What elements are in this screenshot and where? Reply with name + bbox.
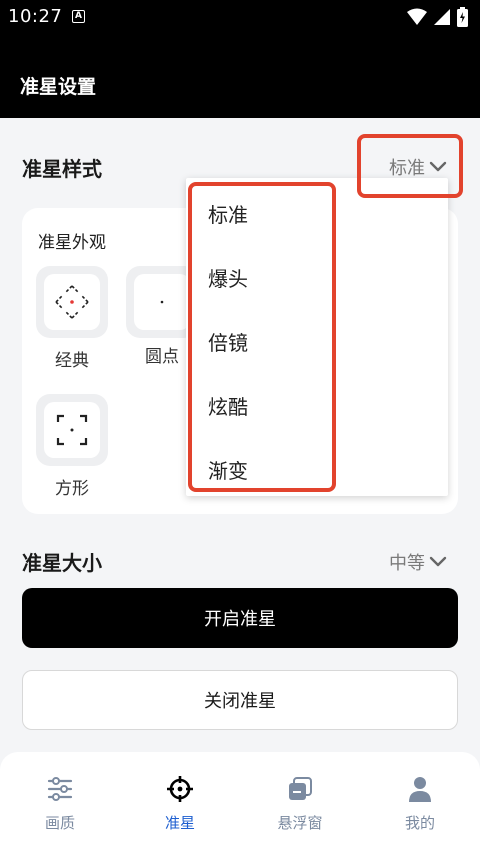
square-crosshair-icon (56, 414, 88, 446)
nav-label: 画质 (44, 814, 75, 832)
dropdown-option-gradient[interactable]: 渐变 (208, 455, 248, 484)
crosshair-style-title: 准星样式 (22, 157, 102, 181)
dropdown-option-headshot[interactable]: 爆头 (208, 263, 248, 292)
crosshair-style-value: 标准 (389, 158, 425, 179)
disable-crosshair-button[interactable]: 关闭准星 (22, 670, 458, 730)
notification-icon: A (72, 10, 85, 23)
bottom-nav: 画质 准星 悬浮窗 我的 (0, 752, 480, 852)
appearance-option-square[interactable]: 方形 (36, 394, 108, 499)
nav-label: 我的 (404, 814, 435, 832)
crosshair-size-select[interactable]: 中等 (389, 549, 447, 575)
dot-crosshair-icon (160, 300, 164, 304)
dropdown-option-cool[interactable]: 炫酷 (208, 391, 248, 420)
appearance-title: 准星外观 (38, 233, 106, 253)
nav-label: 悬浮窗 (277, 814, 323, 832)
crosshair-style-select[interactable]: 标准 (389, 154, 447, 180)
system-icons (407, 7, 468, 27)
profile-icon (409, 777, 431, 802)
crosshair-style-dropdown: 标准 爆头 倍镜 炫酷 渐变 (186, 178, 448, 496)
dropdown-option-standard[interactable]: 标准 (208, 199, 248, 228)
nav-label: 准星 (164, 814, 195, 832)
nav-item-quality[interactable]: 画质 (12, 774, 108, 833)
appearance-option-classic[interactable]: 经典 (36, 266, 108, 371)
dropdown-option-scope[interactable]: 倍镜 (208, 327, 248, 356)
nav-item-profile[interactable]: 我的 (372, 774, 468, 833)
page-title: 准星设置 (20, 76, 97, 98)
crosshair-size-title: 准星大小 (22, 551, 102, 575)
floating-window-icon (289, 777, 312, 800)
appearance-option-label: 方形 (55, 479, 89, 499)
crosshair-size-value: 中等 (389, 553, 425, 574)
battery-icon (457, 7, 468, 27)
sliders-icon (47, 777, 73, 801)
classic-crosshair-icon (55, 285, 89, 319)
app-bar: 准星设置 (0, 34, 480, 118)
enable-crosshair-button[interactable]: 开启准星 (22, 588, 458, 648)
nav-item-crosshair[interactable]: 准星 (132, 774, 228, 833)
status-bar: 10:27 A (0, 0, 480, 34)
signal-icon (434, 9, 450, 25)
status-time: 10:27 (8, 6, 63, 27)
chevron-down-icon (429, 161, 447, 172)
chevron-down-icon (429, 556, 447, 567)
crosshair-icon (167, 776, 193, 802)
nav-item-floating-window[interactable]: 悬浮窗 (252, 774, 348, 833)
appearance-option-label: 经典 (55, 351, 89, 371)
wifi-icon (407, 8, 427, 25)
